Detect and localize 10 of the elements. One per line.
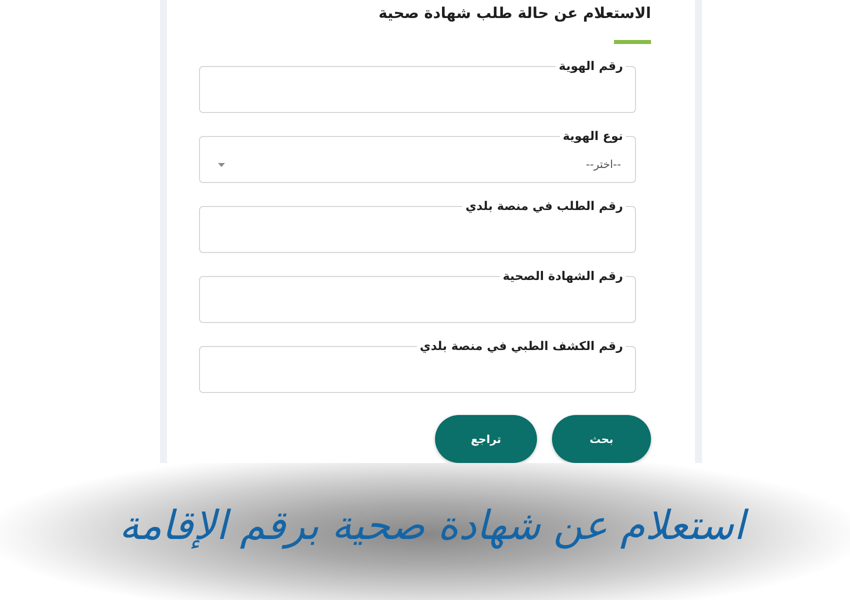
field-label: رقم الشهادة الصحية — [500, 268, 626, 284]
field-label: نوع الهوية — [560, 128, 626, 144]
field-label: رقم الكشف الطبي في منصة بلدي — [416, 338, 626, 354]
search-button[interactable]: بحث — [552, 415, 651, 463]
title-underline — [614, 40, 651, 44]
field-label: رقم الهوية — [556, 58, 626, 74]
field-label: رقم الطلب في منصة بلدي — [462, 198, 626, 214]
form-title: الاستعلام عن حالة طلب شهادة صحية — [378, 3, 651, 24]
reset-button[interactable]: تراجع — [435, 415, 537, 463]
caret-icon — [218, 162, 225, 166]
